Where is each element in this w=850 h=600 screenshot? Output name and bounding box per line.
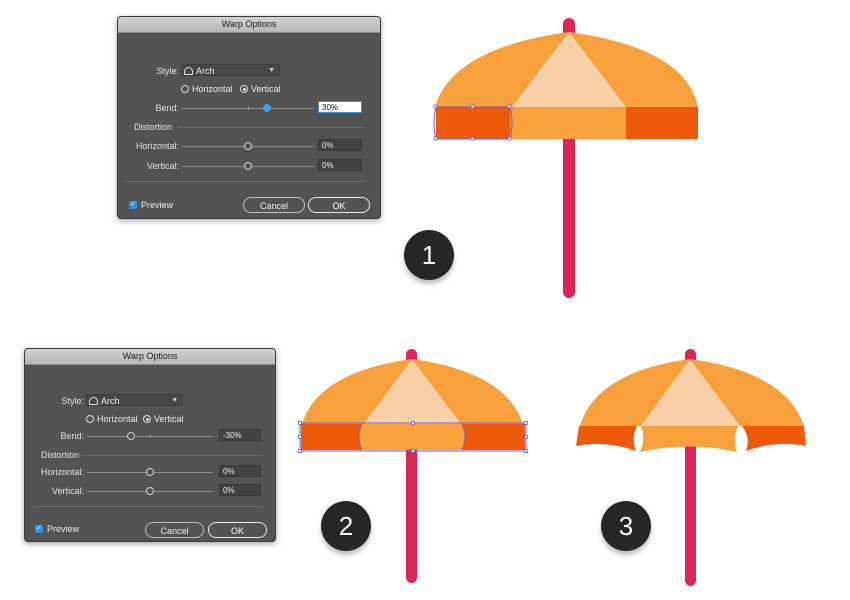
style-label: Style:: [156, 66, 179, 76]
preview-checkbox[interactable]: ✓: [129, 201, 137, 209]
divider: [178, 127, 364, 128]
style-value: Arch: [196, 66, 215, 76]
cancel-button[interactable]: Cancel: [145, 522, 204, 538]
divider: [33, 506, 263, 507]
radio-horizontal-label: Horizontal: [97, 414, 138, 424]
scallop-center: [359, 424, 465, 450]
chevron-down-icon: ▼: [268, 67, 275, 74]
radio-horizontal[interactable]: [181, 85, 189, 93]
vertical-value-field[interactable]: 0%: [219, 484, 261, 496]
chevron-down-icon: ▼: [171, 397, 178, 404]
bend-value-field[interactable]: 30%: [318, 101, 362, 113]
cancel-button[interactable]: Cancel: [243, 197, 305, 213]
divider: [83, 455, 261, 456]
umbrella-step-2: [298, 349, 528, 583]
preview-checkbox[interactable]: ✓: [35, 525, 43, 533]
style-label: Style:: [61, 396, 84, 406]
radio-vertical[interactable]: [143, 415, 151, 423]
style-select[interactable]: Arch ▼: [181, 64, 280, 76]
preview-label: Preview: [47, 524, 80, 534]
bend-slider-track[interactable]: [87, 434, 213, 438]
umbrella-pole: [563, 130, 575, 298]
horizontal-distortion-label: Horizontal:: [135, 141, 179, 151]
ok-button[interactable]: OK: [208, 522, 267, 538]
bend-value-field[interactable]: -30%: [219, 429, 261, 441]
vertical-slider-thumb[interactable]: [244, 162, 252, 170]
radio-vertical-label: Vertical: [154, 414, 184, 424]
distortion-heading: Distortion: [134, 122, 173, 132]
horizontal-value-field[interactable]: 0%: [318, 139, 362, 151]
vertical-distortion-label: Vertical:: [146, 161, 179, 171]
vertical-value-field[interactable]: 0%: [318, 159, 362, 171]
scallop-right: [742, 426, 806, 451]
distortion-heading: Distortion: [41, 450, 80, 460]
umbrella-pole: [685, 440, 696, 586]
radio-vertical-label: Vertical: [251, 84, 281, 94]
umbrella-step-1: [433, 18, 698, 298]
dialog-title: Warp Options: [118, 17, 380, 33]
arch-icon: [89, 397, 98, 405]
vertical-slider-thumb[interactable]: [146, 487, 154, 495]
umbrella-pole: [406, 440, 417, 583]
horizontal-slider-thumb[interactable]: [146, 468, 154, 476]
preview-label: Preview: [141, 200, 174, 210]
scallop-right: [626, 107, 698, 139]
horizontal-slider-thumb[interactable]: [244, 142, 252, 150]
step-badge-1: 1: [404, 230, 454, 280]
scallop-center: [510, 107, 626, 139]
warp-options-dialog-2: Warp Options Style: Arch ▼ Horizontal Ve…: [24, 348, 276, 542]
arch-icon: [184, 67, 193, 75]
step-badge-2: 2: [321, 501, 371, 551]
bend-label: Bend:: [155, 103, 179, 113]
bend-slider-thumb[interactable]: [263, 104, 271, 112]
radio-vertical[interactable]: [240, 85, 248, 93]
scallop-left: [436, 107, 510, 139]
scallop-right: [462, 424, 525, 450]
horizontal-value-field[interactable]: 0%: [219, 465, 261, 477]
step-badge-3: 3: [601, 501, 651, 551]
bend-label: Bend:: [60, 431, 84, 441]
divider: [126, 181, 366, 182]
dialog-title: Warp Options: [25, 349, 275, 365]
radio-horizontal-label: Horizontal: [192, 84, 233, 94]
style-select[interactable]: Arch ▼: [86, 394, 183, 406]
umbrella-step-3: [576, 349, 806, 586]
bend-slider-thumb[interactable]: [127, 432, 135, 440]
bend-slider-track[interactable]: [182, 106, 314, 110]
style-value: Arch: [101, 396, 120, 406]
ok-button[interactable]: OK: [308, 197, 370, 213]
radio-horizontal[interactable]: [86, 415, 94, 423]
warp-options-dialog-1: Warp Options Style: Arch ▼ Horizontal Ve…: [117, 16, 381, 219]
horizontal-distortion-label: Horizontal:: [40, 467, 84, 477]
vertical-distortion-label: Vertical:: [51, 486, 84, 496]
scallop-left: [576, 426, 637, 451]
scallop-left: [301, 424, 362, 450]
